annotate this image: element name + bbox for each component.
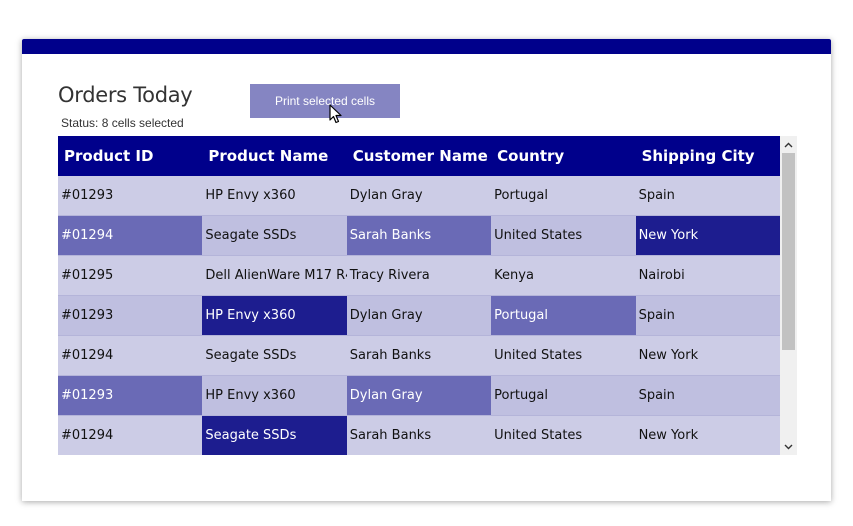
column-header-product-name[interactable]: Product Name	[202, 136, 346, 176]
orders-grid: Product ID Product Name Customer Name Co…	[58, 136, 780, 455]
grid-cell[interactable]: United States	[491, 416, 636, 455]
grid-cell[interactable]: Spain	[635, 176, 780, 216]
table-row: #01293 HP Envy x360 Dylan Gray Portugal …	[58, 176, 780, 216]
grid-cell[interactable]: #01295	[58, 256, 203, 296]
grid-cell[interactable]: Portugal	[491, 176, 636, 216]
grid-header: Product ID Product Name Customer Name Co…	[58, 136, 780, 176]
grid-cell[interactable]: Portugal	[491, 296, 636, 336]
grid-cell[interactable]: Seagate SSDs	[202, 336, 347, 376]
grid-cell[interactable]: Sarah Banks	[346, 416, 492, 455]
table-row: #01293 HP Envy x360 Dylan Gray Portugal …	[58, 376, 780, 416]
grid-cell[interactable]: Dell AlienWare M17 R4	[202, 256, 347, 296]
grid-cell[interactable]: HP Envy x360	[202, 176, 347, 216]
table-row: #01294 Seagate SSDs Sarah Banks United S…	[58, 216, 780, 256]
grid-cell[interactable]: HP Envy x360	[202, 296, 347, 336]
table-row: #01294 Seagate SSDs Sarah Banks United S…	[58, 416, 780, 455]
table-row: #01295 Dell AlienWare M17 R4 Tracy River…	[58, 256, 780, 296]
column-header-country[interactable]: Country	[491, 136, 635, 176]
grid-cell[interactable]: #01294	[58, 336, 203, 376]
grid-cell[interactable]: Sarah Banks	[346, 216, 492, 256]
grid-cell[interactable]: Dylan Gray	[346, 376, 492, 416]
card-top-bar	[22, 39, 831, 54]
grid-cell[interactable]: Dylan Gray	[346, 296, 492, 336]
grid-cell[interactable]: Kenya	[491, 256, 636, 296]
grid-cell[interactable]: Sarah Banks	[346, 336, 492, 376]
page-title: Orders Today	[58, 83, 193, 107]
grid-cell[interactable]: Spain	[635, 296, 780, 336]
grid-cell[interactable]: Seagate SSDs	[202, 416, 347, 455]
print-selected-cells-button[interactable]: Print selected cells	[250, 84, 400, 118]
grid-cell[interactable]: Portugal	[491, 376, 636, 416]
grid-cell[interactable]: New York	[635, 416, 780, 455]
grid-cell[interactable]: Nairobi	[635, 256, 780, 296]
chevron-down-icon[interactable]	[780, 438, 797, 455]
grid-cell[interactable]: HP Envy x360	[202, 376, 347, 416]
column-header-shipping-city[interactable]: Shipping City	[636, 136, 780, 176]
orders-card: Orders Today Status: 8 cells selected Pr…	[22, 39, 831, 501]
column-header-product-id[interactable]: Product ID	[58, 136, 202, 176]
grid-cell[interactable]: New York	[635, 216, 780, 256]
grid-cell[interactable]: #01294	[58, 416, 203, 455]
column-header-customer-name[interactable]: Customer Name	[347, 136, 491, 176]
grid-cell[interactable]: New York	[635, 336, 780, 376]
grid-cell[interactable]: Tracy Rivera	[346, 256, 492, 296]
grid-cell[interactable]: United States	[491, 336, 636, 376]
grid-cell[interactable]: Dylan Gray	[346, 176, 492, 216]
grid-cell[interactable]: #01293	[58, 176, 203, 216]
table-row: #01293 HP Envy x360 Dylan Gray Portugal …	[58, 296, 780, 336]
grid-cell[interactable]: #01294	[58, 216, 203, 256]
chevron-up-icon[interactable]	[780, 136, 797, 153]
grid-cell[interactable]: United States	[491, 216, 636, 256]
grid-vertical-scrollbar[interactable]	[780, 136, 797, 455]
grid-cell[interactable]: #01293	[58, 376, 203, 416]
grid-cell[interactable]: #01293	[58, 296, 203, 336]
mouse-pointer-icon	[329, 104, 342, 124]
scrollbar-thumb[interactable]	[782, 153, 795, 350]
status-text: Status: 8 cells selected	[61, 116, 184, 130]
grid-cell[interactable]: Spain	[635, 376, 780, 416]
table-row: #01294 Seagate SSDs Sarah Banks United S…	[58, 336, 780, 376]
grid-cell[interactable]: Seagate SSDs	[202, 216, 347, 256]
